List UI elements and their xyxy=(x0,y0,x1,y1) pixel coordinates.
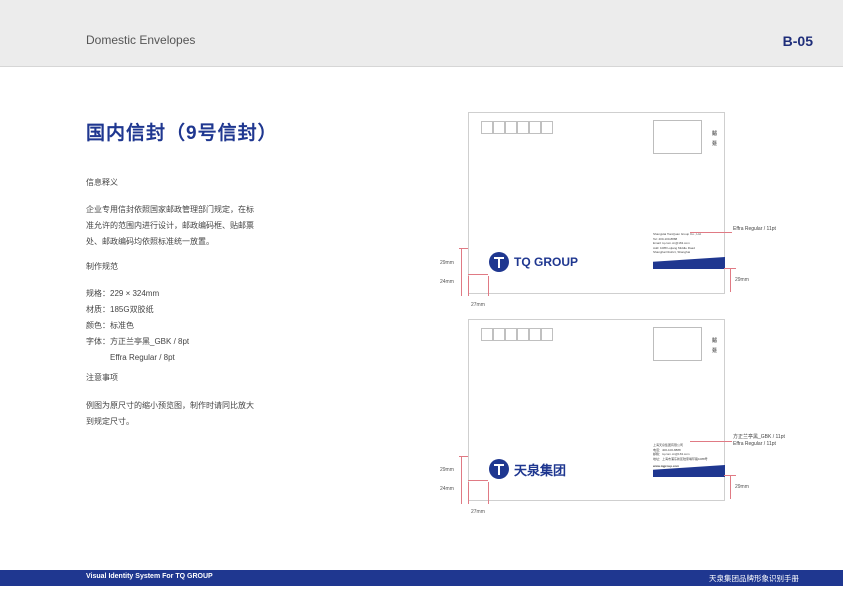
dim-line xyxy=(730,268,731,292)
zip-box xyxy=(481,121,493,134)
stamp-label: 贴 邮 xyxy=(712,338,718,344)
spec-list: 规格：229 × 324mm 材质：185G双胶纸 颜色：标准色 字体：方正兰亭… xyxy=(86,286,189,366)
stamp-label: 贴 邮 xyxy=(712,131,718,137)
zip-box xyxy=(505,328,517,341)
dim-bottom: 27mm xyxy=(471,302,485,308)
envelope-cn: 贴 邮 票 处 上海天泉集团有限公司 电话：400-100-8888 邮箱：tq… xyxy=(468,319,725,501)
page-title: 国内信封（9号信封） xyxy=(86,123,278,144)
dim-line xyxy=(488,482,489,504)
spec-font: 字体：方正兰亭黑_GBK / 8pt xyxy=(86,337,190,346)
info-body: 企业专用信封依照国家邮政管理部门规定，在标 准允许的范围内进行设计，邮政编码框、… xyxy=(86,202,254,250)
zip-box xyxy=(529,328,541,341)
dim-right: 29mm xyxy=(735,277,749,283)
callout-line-text: Effra Regular / 11pt xyxy=(733,441,776,447)
website: www.tqgroup.com xyxy=(653,464,680,468)
spec-material: 材质：185G双胶纸 xyxy=(86,305,154,314)
info-heading: 信息释义 xyxy=(86,178,118,187)
envelope-en: 贴 邮 票 处 ShangHai TianQuan Group Co., Ltd… xyxy=(468,112,725,294)
page-code: B-05 xyxy=(782,33,813,49)
callout-line-text: 方正兰亭黑_GBK / 11pt xyxy=(733,434,785,440)
dim-line xyxy=(468,274,488,275)
logo: 天泉集团 xyxy=(489,459,566,479)
callout-line xyxy=(690,232,732,233)
callout-line xyxy=(690,441,732,442)
tq-logo-icon xyxy=(489,459,509,479)
logo-text: 天泉集团 xyxy=(514,462,567,478)
sender-address: 上海天泉集团有限公司 电话：400-100-8888 邮箱：tq.com.cn@… xyxy=(653,443,708,461)
dim-left: 24mm xyxy=(440,279,454,285)
spec-color: 颜色：标准色 xyxy=(86,321,134,330)
zip-box xyxy=(481,328,493,341)
zip-box xyxy=(529,121,541,134)
tq-logo-icon xyxy=(489,252,509,272)
info-line: 处、邮政编码均依照标准统一放置。 xyxy=(86,237,214,246)
info-line: 准允许的范围内进行设计，邮政编码框、贴邮票 xyxy=(86,221,254,230)
callout-font-en: Effra Regular / 11pt xyxy=(733,226,776,232)
callout-font-cn: 方正兰亭黑_GBK / 11pt Effra Regular / 11pt xyxy=(733,434,785,448)
dim-line xyxy=(468,276,469,296)
section-title: Domestic Envelopes xyxy=(86,33,196,47)
note-body: 例图为原尺寸的缩小预览图，制作时请同比放大 到规定尺寸。 xyxy=(86,398,254,430)
zip-box xyxy=(493,328,505,341)
stamp-box: 贴 邮 票 处 xyxy=(653,120,718,154)
zip-box xyxy=(517,121,529,134)
zip-box xyxy=(493,121,505,134)
stamp-label: 票 处 xyxy=(712,348,718,354)
dim-line xyxy=(461,456,462,504)
sender-address: ShangHai TianQuan Group Co., Ltd. Tel: 4… xyxy=(653,232,702,254)
brand-stripe xyxy=(653,257,725,269)
dim-line xyxy=(488,276,489,296)
dim-line xyxy=(468,482,469,504)
footer-left-text: Visual Identity System For TQ GROUP xyxy=(86,573,213,580)
dim-right: 29mm xyxy=(735,484,749,490)
spec-font-latin: Effra Regular / 8pt xyxy=(110,353,175,362)
zip-box xyxy=(541,121,553,134)
spec-heading: 制作规范 xyxy=(86,262,118,271)
zip-box xyxy=(541,328,553,341)
note-line: 例图为原尺寸的缩小预览图，制作时请同比放大 xyxy=(86,401,254,410)
logo: TQ GROUP xyxy=(489,252,578,272)
note-heading: 注意事项 xyxy=(86,373,118,382)
zip-box xyxy=(505,121,517,134)
note-line: 到规定尺寸。 xyxy=(86,417,134,426)
dim-line xyxy=(468,480,488,481)
info-line: 企业专用信封依照国家邮政管理部门规定，在标 xyxy=(86,205,254,214)
dim-left: 24mm xyxy=(440,486,454,492)
dim-line xyxy=(730,475,731,499)
stamp-box: 贴 邮 票 处 xyxy=(653,327,718,361)
stamp-label: 票 处 xyxy=(712,141,718,147)
footer-right-text: 天泉集团品牌形象识别手册 xyxy=(709,574,799,583)
spec-size: 规格：229 × 324mm xyxy=(86,289,160,298)
dim-top: 29mm xyxy=(440,467,454,473)
dim-bottom: 27mm xyxy=(471,509,485,515)
dim-line xyxy=(461,248,462,296)
logo-text: TQ GROUP xyxy=(514,255,579,269)
zip-box xyxy=(517,328,529,341)
dim-top: 29mm xyxy=(440,260,454,266)
